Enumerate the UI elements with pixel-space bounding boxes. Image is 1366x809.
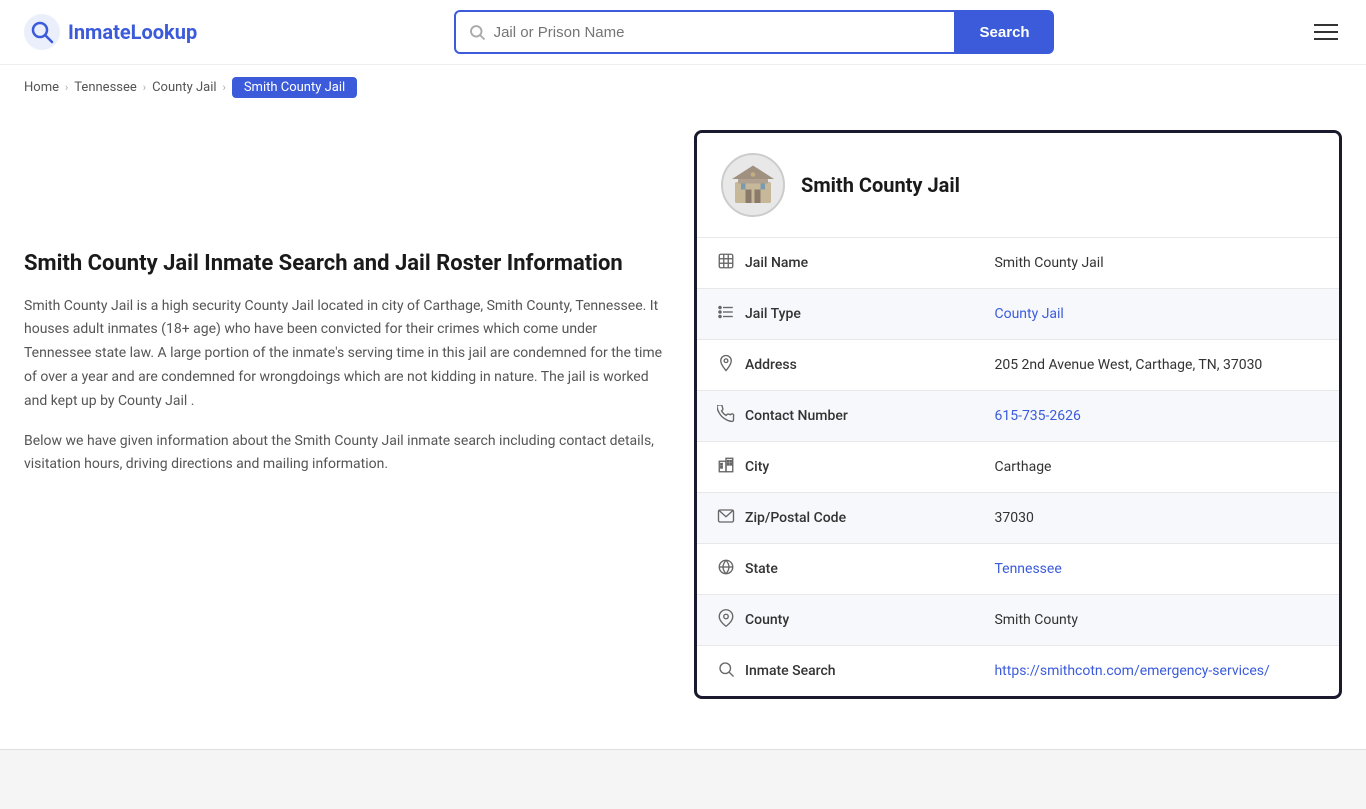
phone-icon bbox=[717, 405, 735, 427]
cell-value: 37030 bbox=[994, 510, 1033, 526]
cell-value: Smith County bbox=[994, 612, 1078, 628]
search-area: Search bbox=[454, 10, 1054, 54]
table-row: Address 205 2nd Avenue West, Carthage, T… bbox=[697, 340, 1339, 391]
globe-icon bbox=[717, 558, 735, 580]
cell-value-container: Smith County Jail bbox=[974, 238, 1339, 289]
cell-label: County bbox=[717, 609, 917, 631]
cell-label: Address bbox=[717, 354, 917, 376]
search-icon bbox=[717, 660, 735, 682]
left-column: Smith County Jail Inmate Search and Jail… bbox=[24, 130, 664, 699]
info-card: Smith County Jail Jail Name Smith County… bbox=[694, 130, 1342, 699]
table-row: City Carthage bbox=[697, 442, 1339, 493]
cell-value: Carthage bbox=[994, 459, 1051, 475]
cell-value-container: 205 2nd Avenue West, Carthage, TN, 37030 bbox=[974, 340, 1339, 391]
cell-value-container: Smith County bbox=[974, 595, 1339, 646]
page-title: Smith County Jail Inmate Search and Jail… bbox=[24, 250, 664, 279]
cell-label: Zip/Postal Code bbox=[717, 507, 917, 529]
location-icon bbox=[717, 354, 735, 376]
search-button[interactable]: Search bbox=[956, 10, 1054, 54]
search-icon bbox=[468, 23, 486, 41]
cell-value-container: County Jail bbox=[974, 289, 1339, 340]
cell-value-container: Tennessee bbox=[974, 544, 1339, 595]
cell-value-container: 37030 bbox=[974, 493, 1339, 544]
cell-label: Inmate Search bbox=[717, 660, 917, 682]
card-jail-name: Smith County Jail bbox=[801, 173, 960, 197]
breadcrumb: Home › Tennessee › County Jail › Smith C… bbox=[0, 65, 1366, 110]
search-wrapper bbox=[454, 10, 956, 54]
cell-label: Jail Name bbox=[717, 252, 917, 274]
table-row: State Tennessee bbox=[697, 544, 1339, 595]
cell-value: 205 2nd Avenue West, Carthage, TN, 37030 bbox=[994, 357, 1262, 373]
page-description-2: Below we have given information about th… bbox=[24, 430, 664, 478]
inmate-search-link[interactable]: https://smithcotn.com/emergency-services… bbox=[994, 663, 1269, 679]
building-icon bbox=[729, 161, 777, 209]
cell-value-container: https://smithcotn.com/emergency-services… bbox=[974, 646, 1339, 697]
table-row: County Smith County bbox=[697, 595, 1339, 646]
breadcrumb-state[interactable]: Tennessee bbox=[74, 80, 136, 95]
breadcrumb-current: Smith County Jail bbox=[232, 77, 357, 98]
card-header: Smith County Jail bbox=[697, 133, 1339, 237]
table-row: Contact Number 615-735-2626 bbox=[697, 391, 1339, 442]
search-input[interactable] bbox=[494, 24, 942, 41]
chevron-icon: › bbox=[65, 81, 68, 94]
phone-link[interactable]: 615-735-2626 bbox=[994, 408, 1080, 424]
logo-icon bbox=[24, 14, 60, 50]
cell-value-container: 615-735-2626 bbox=[974, 391, 1339, 442]
page-description-1: Smith County Jail is a high security Cou… bbox=[24, 295, 664, 414]
breadcrumb-home[interactable]: Home bbox=[24, 80, 59, 95]
chevron-icon: › bbox=[223, 81, 226, 94]
county-icon bbox=[717, 609, 735, 631]
cell-label: City bbox=[717, 456, 917, 478]
table-row: Zip/Postal Code 37030 bbox=[697, 493, 1339, 544]
right-column: Smith County Jail Jail Name Smith County… bbox=[694, 130, 1342, 699]
info-table: Jail Name Smith County Jail Jail Type Co… bbox=[697, 237, 1339, 696]
footer-bar bbox=[0, 749, 1366, 809]
jail-icon bbox=[717, 252, 735, 274]
breadcrumb-type[interactable]: County Jail bbox=[152, 80, 216, 95]
state-link[interactable]: Tennessee bbox=[994, 561, 1061, 577]
city-icon bbox=[717, 456, 735, 478]
cell-label: Jail Type bbox=[717, 303, 917, 325]
list-icon bbox=[717, 303, 735, 325]
jail-type-link[interactable]: County Jail bbox=[994, 306, 1063, 322]
table-row: Inmate Search https://smithcotn.com/emer… bbox=[697, 646, 1339, 697]
chevron-icon: › bbox=[143, 81, 146, 94]
table-row: Jail Name Smith County Jail bbox=[697, 238, 1339, 289]
header: InmateLookup Search bbox=[0, 0, 1366, 65]
mail-icon bbox=[717, 507, 735, 529]
main-content: Smith County Jail Inmate Search and Jail… bbox=[0, 110, 1366, 719]
jail-avatar bbox=[721, 153, 785, 217]
table-row: Jail Type County Jail bbox=[697, 289, 1339, 340]
cell-value-container: Carthage bbox=[974, 442, 1339, 493]
logo-link[interactable]: InmateLookup bbox=[24, 14, 197, 50]
cell-label: State bbox=[717, 558, 917, 580]
menu-icon[interactable] bbox=[1310, 20, 1342, 44]
cell-value: Smith County Jail bbox=[994, 255, 1103, 271]
cell-label: Contact Number bbox=[717, 405, 917, 427]
logo-text: InmateLookup bbox=[68, 20, 197, 44]
